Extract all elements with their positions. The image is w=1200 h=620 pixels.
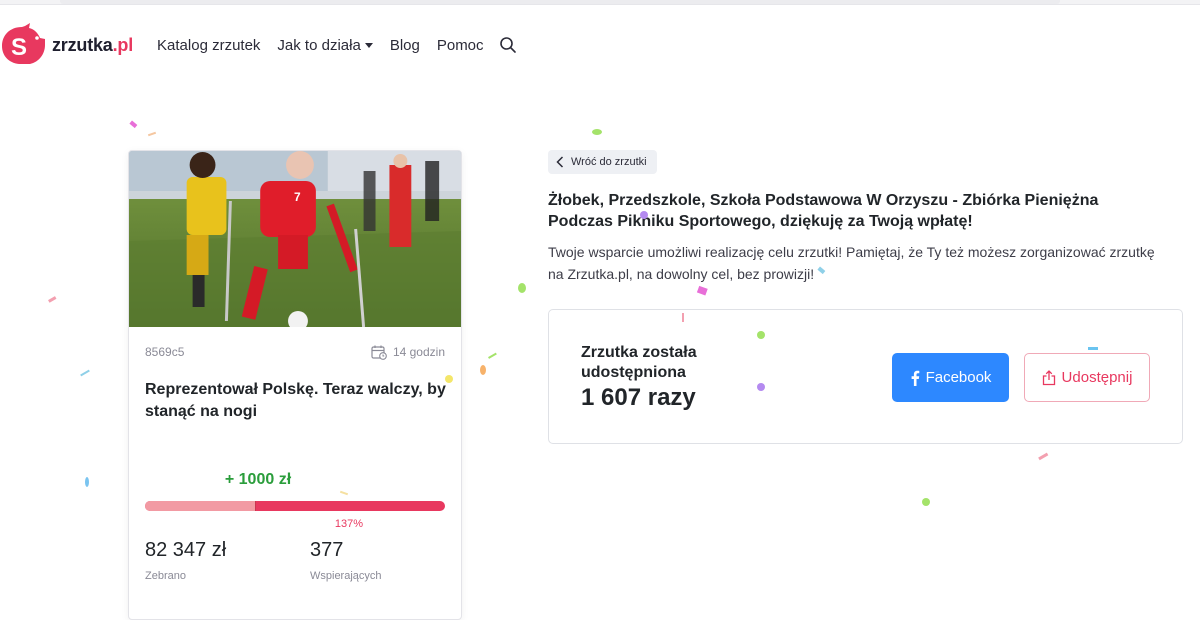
- main-nav: Katalog zrzutek Jak to działa Blog Pomoc: [157, 36, 517, 54]
- thank-you-title: Żłobek, Przedszkole, Szkoła Podstawowa W…: [548, 192, 1099, 230]
- caret-down-icon: [364, 43, 373, 48]
- thank-you-description: Twoje wsparcie umożliwi realizację celu …: [548, 244, 1155, 282]
- facebook-icon: [911, 370, 919, 386]
- share-count: 1 607 razy: [581, 384, 696, 411]
- fundraiser-photo: 7: [129, 151, 461, 327]
- share-box: Zrzutka została udostępniona 1 607 razy …: [548, 309, 1183, 444]
- nav-blog[interactable]: Blog: [390, 37, 420, 54]
- collected-value: 82 347 zł: [145, 539, 227, 561]
- collected-stat: 82 347 zł Zebrano: [145, 539, 226, 582]
- back-to-fundraiser-button[interactable]: Wróć do zrzutki: [548, 150, 657, 174]
- fundraiser-title[interactable]: Reprezentował Polskę. Teraz walczy, by s…: [145, 379, 447, 423]
- piggy-logo-icon: S: [2, 23, 45, 64]
- progress-percent: 137%: [334, 518, 363, 530]
- search-icon[interactable]: [499, 36, 517, 54]
- share-label: Udostępnij: [1061, 369, 1133, 386]
- facebook-share-button[interactable]: Facebook: [892, 353, 1009, 402]
- logo-text: zrzutka.pl: [52, 34, 134, 55]
- time-ago: 14 godzin: [392, 345, 445, 359]
- share-status-label: Zrzutka została udostępniona: [581, 344, 697, 381]
- progress-base-fill: [145, 501, 256, 511]
- nav-how-label: Jak to działa: [277, 36, 361, 54]
- supporters-stat: 377 Wspierających: [310, 539, 382, 582]
- browser-top-strip: [0, 0, 1200, 5]
- nav-catalog[interactable]: Katalog zrzutek: [157, 37, 260, 54]
- share-upload-icon: [1042, 369, 1055, 385]
- photo-shirt-number: 7: [294, 190, 301, 204]
- collected-label: Zebrano: [145, 570, 186, 582]
- nav-help[interactable]: Pomoc: [437, 37, 484, 54]
- logo[interactable]: S zrzutka.pl: [0, 23, 133, 67]
- share-button[interactable]: Udostępnij: [1024, 353, 1150, 402]
- supporters-label: Wspierających: [310, 570, 382, 582]
- calendar-clock-icon: [371, 345, 387, 360]
- fundraiser-card[interactable]: 7 8569c5 14 godzin Reprezentował Polskę.…: [128, 150, 462, 620]
- chevron-left-icon: [556, 156, 564, 168]
- svg-text:S: S: [11, 34, 27, 61]
- top-strip-inner: [60, 0, 1060, 4]
- back-label: Wróć do zrzutki: [571, 156, 647, 168]
- card-meta: 8569c5 14 godzin: [145, 344, 445, 360]
- amount-added: + 1000 zł: [224, 471, 292, 488]
- fundraiser-code: 8569c5: [145, 345, 185, 359]
- nav-how-it-works[interactable]: Jak to działa: [277, 36, 373, 54]
- supporters-value: 377: [310, 539, 344, 561]
- facebook-label: Facebook: [925, 369, 992, 386]
- site-header: S zrzutka.pl Katalog zrzutek Jak to dzia…: [0, 22, 1200, 68]
- progress-bar: [145, 501, 445, 511]
- time-info: 14 godzin: [371, 344, 445, 360]
